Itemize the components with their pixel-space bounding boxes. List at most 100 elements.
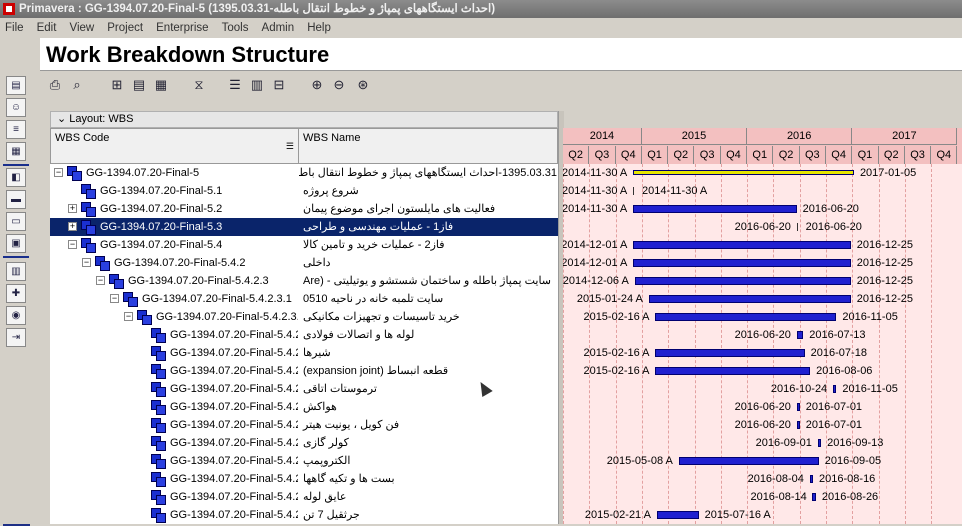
wbs-name-cell[interactable]: فاز1 - عملیات مهندسی و طراحی — [299, 218, 557, 236]
wbs-row[interactable]: − GG-1394.07.20-Final-5.4.2.3.1 سایت تلمبه… — [50, 290, 558, 308]
wbs-row[interactable]: + GG-1394.07.20-Final-5.3 فاز1 - عملیات مه… — [50, 218, 558, 236]
wbs-row[interactable]: GG-1394.07.20-Final-5.4.2 الکتروپمپ — [50, 452, 558, 470]
risks-icon[interactable]: ⇥ — [6, 328, 26, 347]
menu-project[interactable]: Project — [102, 18, 148, 38]
gantt-milestone[interactable] — [796, 223, 800, 231]
wbs-name-cell[interactable]: سایت پمپاژ باطله و ساختمان شستشو و یوتیل… — [299, 272, 557, 290]
wbs-code-cell[interactable]: − GG-1394.07.20-Final-5.4 — [50, 236, 298, 254]
wbs-name-cell[interactable]: سایت تلمبه خانه در ناحیه 0510 — [299, 290, 557, 308]
grid-icon[interactable]: ⊟ — [270, 76, 288, 94]
wbs-code-cell[interactable]: GG-1394.07.20-Final-5.4.2 — [50, 416, 298, 434]
gantt-bar[interactable] — [832, 385, 837, 393]
assignments-icon[interactable]: ▭ — [6, 212, 26, 231]
activities-icon[interactable]: ▬ — [6, 190, 26, 209]
gantt-bar[interactable] — [809, 475, 814, 483]
filter-icon[interactable]: ⧖ — [190, 76, 208, 94]
wbs-row[interactable]: GG-1394.07.20-Final-5.4.2 قطعه انبساط (ex… — [50, 362, 558, 380]
collapse-icon[interactable]: − — [96, 276, 105, 285]
wbs-name-cell[interactable]: الکتروپمپ — [299, 452, 557, 470]
wbs-code-cell[interactable]: GG-1394.07.20-Final-5.4.2 — [50, 488, 298, 506]
wbs-code-cell[interactable]: − GG-1394.07.20-Final-5.4.2.3. — [50, 308, 298, 326]
gantt-bar[interactable] — [678, 457, 819, 465]
wbs-name-cell[interactable]: فن کویل ، یونیت هیتر — [299, 416, 557, 434]
wbs-row[interactable]: − GG-1394.07.20-Final-5.4 فاز2 - عملیات خر… — [50, 236, 558, 254]
wbs-code-cell[interactable]: GG-1394.07.20-Final-5.1 — [50, 182, 298, 200]
wbs-name-cell[interactable]: فعالیت های مایلستون اجرای موضوع پیمان — [299, 200, 557, 218]
reports-icon[interactable]: ≡ — [6, 120, 26, 139]
wbs-row[interactable]: GG-1394.07.20-Final-5.4.2 کولر گازی — [50, 434, 558, 452]
wbs-name-cell[interactable]: هواکش — [299, 398, 557, 416]
gantt-bar[interactable] — [796, 421, 800, 429]
wbs-code-cell[interactable]: − GG-1394.07.20-Final-5.4.2.3 — [50, 272, 298, 290]
collapse-icon[interactable]: − — [124, 312, 133, 321]
sort-icon[interactable]: ☰ — [286, 141, 294, 152]
wbs-row[interactable]: GG-1394.07.20-Final-5.4.2 جرثقیل 7 تن — [50, 506, 558, 524]
timescale-icon[interactable]: ▥ — [248, 76, 266, 94]
wbs-code-cell[interactable]: − GG-1394.07.20-Final-5.4.2.3.1 — [50, 290, 298, 308]
gantt-milestone[interactable] — [632, 187, 636, 195]
column-header-wbs-code[interactable]: WBS Code ☰ — [50, 128, 299, 164]
wbs-row[interactable]: GG-1394.07.20-Final-5.4.2 بست ها و تکیه گ… — [50, 470, 558, 488]
menu-enterprise[interactable]: Enterprise — [151, 18, 213, 38]
wbs-name-cell[interactable]: 1395.03.31-احداث ایستگاههای پمپاژ و خطوط… — [299, 164, 557, 182]
gantt-bar[interactable] — [812, 493, 816, 501]
gantt-bar[interactable] — [648, 295, 851, 303]
column-header-wbs-name[interactable]: WBS Name — [298, 128, 558, 164]
resources-icon[interactable]: ☺ — [6, 98, 26, 117]
layout-bar[interactable]: ⌄ Layout: WBS — [50, 111, 558, 128]
collapse-icon[interactable]: − — [82, 258, 91, 267]
wbs-row[interactable]: − GG-1394.07.20-Final-5.4.2.3. خرید تاسیسا… — [50, 308, 558, 326]
wbs-code-cell[interactable]: + GG-1394.07.20-Final-5.2 — [50, 200, 298, 218]
menu-tools[interactable]: Tools — [217, 18, 254, 38]
tracking-icon[interactable]: ▦ — [6, 142, 26, 161]
wbs-row[interactable]: GG-1394.07.20-Final-5.4.2 هواکش — [50, 398, 558, 416]
gantt-bar[interactable] — [796, 403, 800, 411]
gantt-bar[interactable] — [655, 349, 805, 357]
zoom-fit-icon[interactable]: ⊛ — [354, 76, 372, 94]
gantt-bar[interactable] — [633, 241, 851, 249]
gantt-bar[interactable] — [655, 313, 837, 321]
gantt-bar[interactable] — [634, 277, 851, 285]
gantt-bar[interactable] — [817, 439, 822, 447]
wbs-code-cell[interactable]: GG-1394.07.20-Final-5.4.2 — [50, 362, 298, 380]
menu-admin[interactable]: Admin — [257, 18, 300, 38]
gantt-bar[interactable] — [656, 511, 699, 519]
wbs-row[interactable]: GG-1394.07.20-Final-5.4.2 لوله ها و اتصال… — [50, 326, 558, 344]
issues-icon[interactable]: ◉ — [6, 306, 26, 325]
wbs-row[interactable]: − GG-1394.07.20-Final-5 1395.03.31-احداث ا… — [50, 164, 558, 182]
wbs-code-cell[interactable]: GG-1394.07.20-Final-5.4.2 — [50, 344, 298, 362]
gantt-bar[interactable] — [633, 259, 851, 267]
collapse-icon[interactable]: − — [54, 168, 63, 177]
wbs-name-cell[interactable]: شروع پروژه — [299, 182, 557, 200]
wbs-name-cell[interactable]: لوله ها و اتصالات فولادی — [299, 326, 557, 344]
wbs-row[interactable]: GG-1394.07.20-Final-5.1 شروع پروژه — [50, 182, 558, 200]
wbs-name-cell[interactable]: قطعه انبساط (expansion joint) — [299, 362, 557, 380]
group-sort-icon[interactable]: ☰ — [226, 76, 244, 94]
menu-edit[interactable]: Edit — [32, 18, 62, 38]
wbs-row[interactable]: GG-1394.07.20-Final-5.4.2 شیرها — [50, 344, 558, 362]
zoom-out-icon[interactable]: ⊖ — [330, 76, 348, 94]
wbs-name-cell[interactable]: فاز2 - عملیات خرید و تامین کالا — [299, 236, 557, 254]
menu-file[interactable]: File — [0, 18, 29, 38]
wbs-code-cell[interactable]: GG-1394.07.20-Final-5.4.2 — [50, 506, 298, 524]
wbs-code-cell[interactable]: GG-1394.07.20-Final-5.4.2 — [50, 434, 298, 452]
wbs-code-cell[interactable]: + GG-1394.07.20-Final-5.3 — [50, 218, 298, 236]
expenses-icon[interactable]: ▥ — [6, 262, 26, 281]
zoom-in-icon[interactable]: ⊕ — [308, 76, 326, 94]
expand-icon[interactable]: + — [68, 204, 77, 213]
gantt-bar[interactable] — [796, 331, 804, 339]
wbs-code-cell[interactable]: − GG-1394.07.20-Final-5 — [50, 164, 298, 182]
menu-help[interactable]: Help — [302, 18, 336, 38]
bars-icon[interactable]: ▦ — [152, 76, 170, 94]
wbs-row[interactable]: GG-1394.07.20-Final-5.4.2 عایق لوله — [50, 488, 558, 506]
wps-docs-icon[interactable]: ▣ — [6, 234, 26, 253]
print-preview-icon[interactable]: ⌕ — [68, 76, 86, 94]
wbs-row[interactable]: + GG-1394.07.20-Final-5.2 فعالیت های مایلس… — [50, 200, 558, 218]
collapse-icon[interactable]: − — [110, 294, 119, 303]
wbs-name-cell[interactable]: داخلی — [299, 254, 557, 272]
wbs-name-cell[interactable]: کولر گازی — [299, 434, 557, 452]
columns-icon[interactable]: ▤ — [130, 76, 148, 94]
wbs-name-cell[interactable]: خرید تاسیسات و تجهیزات مکانیکی — [299, 308, 557, 326]
wbs-code-cell[interactable]: − GG-1394.07.20-Final-5.4.2 — [50, 254, 298, 272]
gantt-bar[interactable] — [655, 367, 811, 375]
